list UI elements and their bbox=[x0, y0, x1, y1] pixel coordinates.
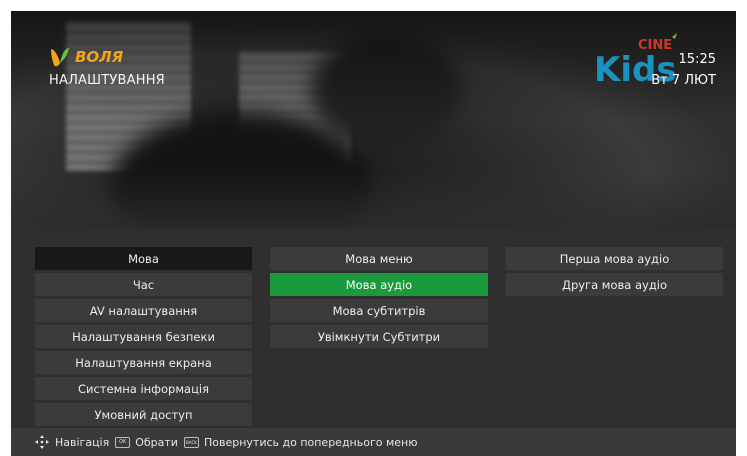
brand-logo: ВОЛЯ bbox=[48, 45, 123, 69]
bottom-fade bbox=[11, 171, 736, 229]
menu-item-conditional-access[interactable]: Умовний доступ bbox=[35, 403, 252, 426]
back-key-icon: BACK bbox=[183, 436, 199, 448]
submenu-item-audio-language[interactable]: Мова аудіо bbox=[270, 273, 488, 296]
audio-item-first-language[interactable]: Перша мова аудіо bbox=[506, 247, 723, 270]
menu-item-time[interactable]: Час bbox=[35, 273, 252, 296]
submenu-item-subtitle-language[interactable]: Мова субтитрів bbox=[270, 299, 488, 322]
submenu-item-menu-language[interactable]: Мова меню bbox=[270, 247, 488, 270]
audio-item-second-language[interactable]: Друга мова аудіо bbox=[506, 273, 723, 296]
menu-item-language[interactable]: Мова bbox=[35, 247, 252, 270]
logo-mark bbox=[48, 45, 72, 69]
menu-item-system-info[interactable]: Системна інформація bbox=[35, 377, 252, 400]
tv-screen: ВОЛЯ НАЛАШТУВАННЯ Kids CINE 15:25 Вт 7 Л… bbox=[11, 11, 736, 456]
channel-logo-small-text: CINE bbox=[638, 38, 672, 53]
menu-item-security-settings[interactable]: Налаштування безпеки bbox=[35, 325, 252, 348]
menu-item-screen-settings[interactable]: Налаштування екрана bbox=[35, 351, 252, 374]
page-title: НАЛАШТУВАННЯ bbox=[49, 73, 165, 88]
clock-time: 15:25 bbox=[678, 52, 716, 67]
nav-arrows-icon bbox=[34, 434, 50, 450]
ok-key-icon: OK bbox=[115, 436, 131, 448]
select-hint-label: Обрати bbox=[135, 435, 178, 449]
settings-menu-panel: Мова Час AV налаштування Налаштування бе… bbox=[11, 229, 736, 456]
key-hint-bar: Навігація OK Обрати BACK Повернутись до … bbox=[11, 428, 736, 456]
nav-hint-label: Навігація bbox=[55, 435, 110, 449]
menu-item-av-settings[interactable]: AV налаштування bbox=[35, 299, 252, 322]
main-menu-column: Мова Час AV налаштування Налаштування бе… bbox=[35, 247, 252, 429]
audio-language-column: Перша мова аудіо Друга мова аудіо bbox=[506, 247, 723, 299]
back-hint-label: Повернутись до попереднього меню bbox=[203, 435, 418, 449]
clock-date: Вт 7 ЛЮТ bbox=[651, 73, 716, 88]
brand-name: ВОЛЯ bbox=[75, 48, 124, 66]
language-submenu-column: Мова меню Мова аудіо Мова субтитрів Увім… bbox=[270, 247, 488, 351]
submenu-item-enable-subtitles[interactable]: Увімкнути Субтитри bbox=[270, 325, 488, 348]
